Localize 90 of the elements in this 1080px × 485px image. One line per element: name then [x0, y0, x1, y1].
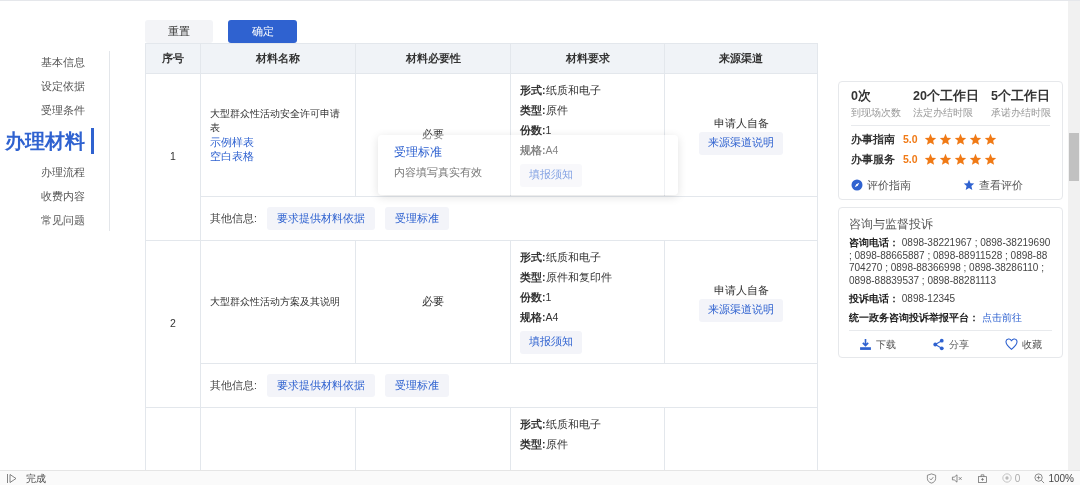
- stat-value: 0次: [851, 89, 872, 104]
- rating-link[interactable]: 评价指南: [851, 177, 963, 194]
- star-icon: [963, 179, 975, 192]
- stat-label: 法定办结时限: [913, 107, 974, 119]
- rating-score: 5.0: [903, 151, 918, 167]
- other-info-button[interactable]: 受理标准: [384, 207, 449, 230]
- action-link[interactable]: 下载: [859, 337, 896, 353]
- source-channel-button[interactable]: 来源渠道说明: [699, 298, 783, 322]
- package-icon: [976, 472, 988, 484]
- tooltip-title: 受理标准: [394, 145, 442, 159]
- mute-icon: [950, 472, 963, 484]
- shield-badge-icon: [1001, 473, 1012, 483]
- star-icon: [938, 153, 952, 167]
- other-info-button[interactable]: 受理标准: [384, 374, 449, 397]
- requirement-text: 形式:纸质和电子: [520, 250, 601, 264]
- requirement-text: 类型:原件: [520, 103, 568, 117]
- count-text: 0: [1014, 471, 1021, 485]
- scrollbar-thumb[interactable]: [1069, 133, 1079, 181]
- contact-line: 投诉电话： 0898-12345: [849, 293, 957, 306]
- rating-label: 办事指南: [851, 132, 896, 147]
- requirement-text: 规格:A4: [520, 310, 559, 324]
- shield-icon: [925, 472, 937, 484]
- column-header: 材料要求: [510, 43, 665, 74]
- fill-notice-button[interactable]: 填报须知: [520, 330, 582, 354]
- compass-icon: [851, 179, 863, 192]
- requirement-text: 形式:纸质和电子: [520, 418, 601, 431]
- other-info-button[interactable]: 要求提供材料依据: [266, 374, 375, 397]
- link[interactable]: 点击前往: [981, 311, 1022, 323]
- rating-score: 5.0: [903, 132, 918, 147]
- sidebar-item[interactable]: 办理流程: [41, 163, 85, 181]
- column-header: 材料必要性: [355, 43, 511, 74]
- stat-value: 5个工作日: [990, 89, 1051, 104]
- material-name: 大型群众性活动安全许可申请表: [210, 107, 341, 135]
- star-icon: [938, 133, 952, 147]
- link[interactable]: 示例样表: [210, 135, 254, 149]
- sidebar-item[interactable]: 收费内容: [41, 187, 85, 205]
- requirement-text: 类型:原件: [520, 438, 568, 451]
- other-info-label: 其他信息:: [210, 210, 257, 226]
- contact-line: 统一政务咨询投诉举报平台： 点击前往: [849, 311, 1023, 325]
- star-icon: [953, 133, 967, 147]
- column-header: 材料名称: [200, 43, 356, 74]
- source-channel-button[interactable]: 来源渠道说明: [699, 131, 783, 155]
- card-title: 咨询与监督投诉: [849, 216, 934, 233]
- share-icon: [932, 338, 945, 352]
- table-cell: 1: [145, 73, 201, 241]
- confirm-button[interactable]: 确定: [228, 20, 297, 43]
- link[interactable]: 空白表格: [210, 149, 254, 163]
- star-icon: [968, 153, 982, 167]
- star-icon: [968, 133, 982, 147]
- reset-button[interactable]: 重置: [145, 20, 213, 43]
- contact-line: 咨询电话： 0898-38221967 ; 0898-38219690 ; 0898-88665887 ; 0898-88911528 ; 0898-88704270 ; 0898-88366998 ; 0898-38286110 ; 0898-88839537 ; 0898-88281113: [849, 237, 1052, 288]
- star-icon: [923, 153, 937, 167]
- star-icon: [983, 153, 997, 167]
- stat-value: 20个工作日: [913, 89, 979, 104]
- rating-link[interactable]: 查看评价: [963, 177, 1023, 194]
- sidebar-item[interactable]: 基本信息: [41, 53, 85, 71]
- stat-label: 承诺办结时限: [990, 107, 1051, 119]
- rating-label: 办事服务: [851, 151, 896, 167]
- requirement-text: 类型:原件和复印件: [520, 270, 612, 284]
- requirement-text: 份数:1: [520, 123, 552, 137]
- requirement-text: 形式:纸质和电子: [520, 83, 601, 97]
- stat-label: 到现场次数: [851, 107, 901, 119]
- material-name: 大型群众性活动方案及其说明: [210, 295, 341, 309]
- star-icon: [953, 153, 967, 167]
- column-header: 来源渠道: [664, 43, 818, 74]
- source-text: 申请人自备: [713, 115, 769, 130]
- column-header: 序号: [145, 43, 201, 74]
- download-icon: [859, 338, 872, 352]
- sidebar-item[interactable]: 常见问题: [41, 211, 85, 229]
- action-link[interactable]: 收藏: [1005, 337, 1042, 353]
- zoom-level[interactable]: 100%: [1048, 470, 1074, 485]
- table-cell: 2: [145, 240, 201, 408]
- sidebar-item[interactable]: 设定依据: [41, 77, 85, 95]
- action-link[interactable]: 分享: [932, 337, 969, 353]
- table-cell: 必要: [355, 240, 511, 364]
- scrollbar[interactable]: [1068, 1, 1080, 470]
- other-info-label: 其他信息:: [210, 377, 257, 393]
- sidebar-item[interactable]: 受理条件: [41, 101, 85, 119]
- zoom-in-icon: [1034, 472, 1046, 484]
- star-icon: [983, 133, 997, 147]
- play-icon: [6, 472, 18, 484]
- star-icon: [923, 133, 937, 147]
- other-info-button[interactable]: 要求提供材料依据: [266, 207, 375, 230]
- requirement-text: 份数:1: [520, 290, 552, 304]
- sidebar-item[interactable]: 办理材料: [5, 128, 94, 154]
- heart-icon: [1005, 338, 1018, 352]
- status-text: 完成: [26, 471, 46, 485]
- requirement-text: 规格:A4: [520, 143, 559, 157]
- source-text: 申请人自备: [713, 282, 769, 297]
- tooltip-text: 内容填写真实有效: [394, 166, 482, 179]
